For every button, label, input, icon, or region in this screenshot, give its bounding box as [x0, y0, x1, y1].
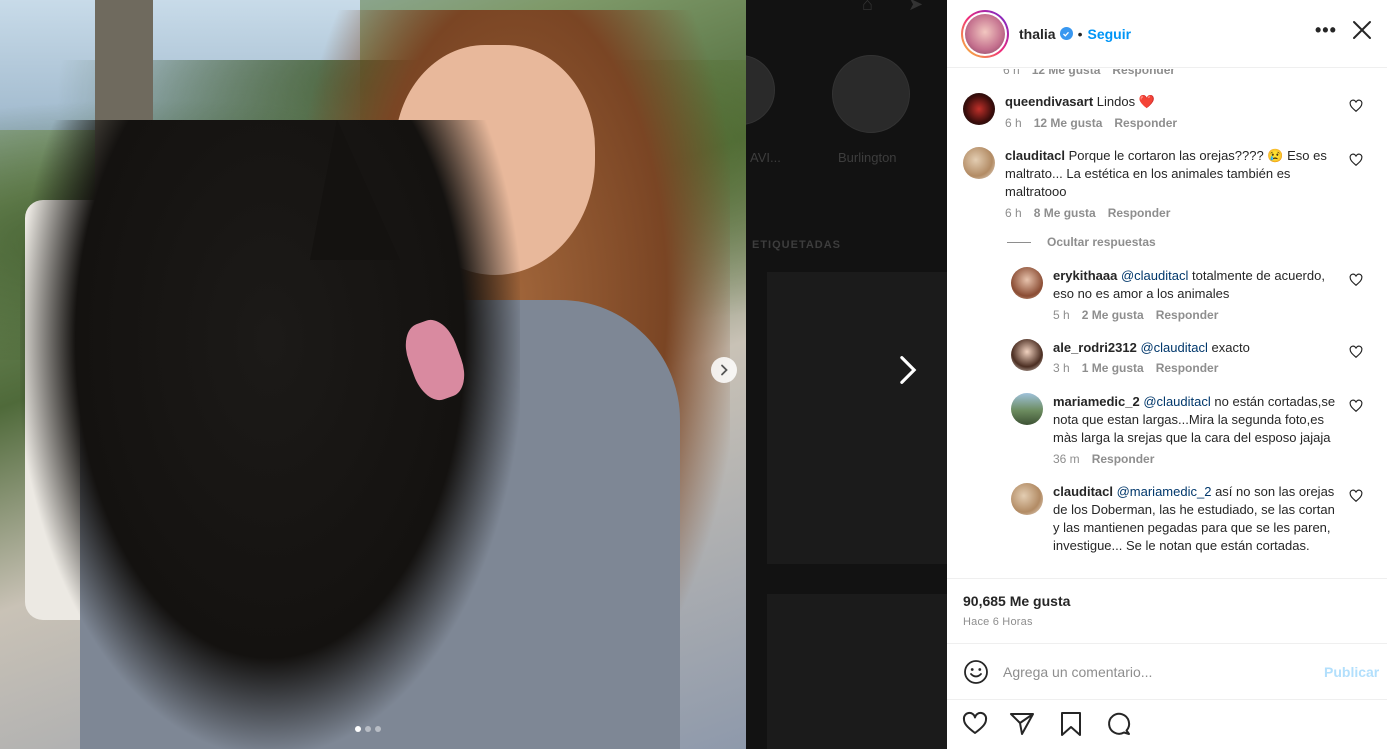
save-icon[interactable]: [1058, 711, 1084, 737]
next-slide-button[interactable]: [711, 357, 737, 383]
post-stats: 90,685 Me gusta Hace 6 Horas: [947, 578, 1387, 642]
bg-highlight-label: Burlington: [838, 150, 897, 165]
more-options-icon[interactable]: •••: [1315, 20, 1337, 41]
post-details-panel: thalia • Seguir ••• 6 h 12 Me gusta Resp…: [947, 0, 1387, 749]
comment-meta: 6 h 8 Me gusta Responder: [1005, 206, 1171, 220]
mention-link[interactable]: @mariamedic_2: [1117, 484, 1212, 499]
comment-username[interactable]: ale_rodri2312: [1053, 340, 1137, 355]
emoji-icon[interactable]: [963, 659, 989, 685]
mention-link[interactable]: @clauditacl: [1121, 268, 1188, 283]
comment-username[interactable]: mariamedic_2: [1053, 394, 1140, 409]
follow-button[interactable]: Seguir: [1087, 26, 1131, 42]
post-photo[interactable]: [0, 0, 746, 749]
heart-icon[interactable]: [1349, 153, 1363, 167]
mention-link[interactable]: @clauditacl: [1140, 340, 1207, 355]
chevron-right-icon: [721, 364, 728, 376]
bg-home-icon: ⌂: [862, 0, 873, 14]
mention-link[interactable]: @clauditacl: [1143, 394, 1210, 409]
publish-button[interactable]: Publicar: [1324, 664, 1379, 680]
avatar[interactable]: [1011, 483, 1043, 515]
comments-list[interactable]: 6 h 12 Me gusta Responder queendivasart …: [947, 69, 1387, 577]
header-separator: •: [1077, 25, 1083, 42]
carousel-dot: [375, 726, 381, 732]
bg-grid-tile: [767, 594, 947, 749]
avatar[interactable]: [963, 93, 995, 125]
heart-icon[interactable]: [1349, 345, 1363, 359]
avatar[interactable]: [1011, 267, 1043, 299]
heart-icon[interactable]: [1349, 273, 1363, 287]
post-actions: [947, 699, 1387, 749]
like-icon[interactable]: [962, 711, 988, 737]
comment-username[interactable]: queendivasart: [1005, 94, 1093, 109]
post-header: thalia • Seguir •••: [947, 0, 1387, 68]
likes-count[interactable]: 90,685 Me gusta: [963, 593, 1070, 609]
close-icon[interactable]: [1349, 17, 1375, 43]
bg-highlight-label: AVI...: [750, 150, 781, 165]
comment-input[interactable]: [1003, 660, 1303, 684]
comment-meta: 5 h 2 Me gusta Responder: [1053, 308, 1219, 322]
verified-badge-icon: [1059, 27, 1073, 40]
heart-icon[interactable]: [1349, 489, 1363, 503]
comment-meta: 3 h 1 Me gusta Responder: [1053, 361, 1219, 375]
avatar[interactable]: [1011, 393, 1043, 425]
comment-username[interactable]: erykithaaa: [1053, 268, 1117, 283]
bg-grid-tile: [767, 272, 947, 564]
carousel-indicator: [355, 726, 381, 732]
avatar[interactable]: [963, 147, 995, 179]
author-avatar[interactable]: [961, 9, 1009, 58]
post-timestamp: Hace 6 Horas: [963, 616, 1033, 628]
carousel-dot: [355, 726, 361, 732]
comment-text: Lindos ❤️: [1096, 94, 1155, 109]
next-post-icon[interactable]: [897, 355, 919, 385]
comment-meta: 6 h 12 Me gusta Responder: [1003, 69, 1176, 77]
comment-meta: 36 m Responder: [1053, 452, 1155, 466]
comment-meta: 6 h 12 Me gusta Responder: [1005, 116, 1178, 130]
heart-icon[interactable]: [1349, 99, 1363, 113]
heart-icon[interactable]: [1349, 399, 1363, 413]
comment-username[interactable]: clauditacl: [1005, 148, 1065, 163]
share-icon[interactable]: [1009, 711, 1035, 737]
comment-username[interactable]: clauditacl: [1053, 484, 1113, 499]
author-username[interactable]: thalia: [1019, 26, 1056, 42]
comment-text: exacto: [1211, 340, 1250, 355]
bg-direct-icon: ➤: [908, 0, 924, 14]
comment-composer: Publicar: [947, 643, 1387, 699]
bg-highlight-thumb: [832, 55, 910, 133]
hide-replies-button[interactable]: Ocultar respuestas: [1007, 235, 1156, 249]
carousel-dot: [365, 726, 371, 732]
bg-tab-tagged: ETIQUETADAS: [752, 239, 842, 251]
avatar[interactable]: [1011, 339, 1043, 371]
comment-icon[interactable]: [1106, 711, 1132, 737]
